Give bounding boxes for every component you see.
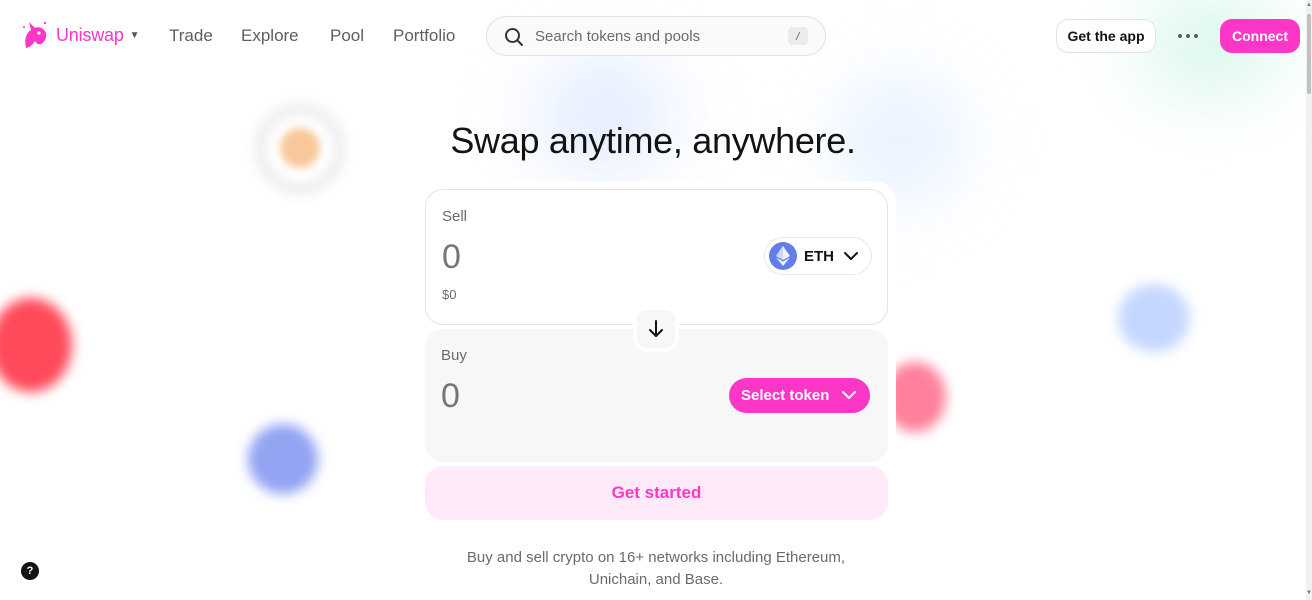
- scroll-up-arrow-icon[interactable]: ▲: [1306, 2, 1312, 8]
- get-started-button[interactable]: Get started: [425, 466, 888, 520]
- caret-down-icon: ▼: [129, 29, 140, 41]
- get-the-app-button[interactable]: Get the app: [1056, 19, 1156, 53]
- nav-link-explore[interactable]: Explore: [241, 26, 299, 46]
- ellipsis-dot-icon: [1194, 34, 1198, 38]
- select-token-label: Select token: [741, 387, 830, 404]
- buy-label: Buy: [441, 347, 467, 364]
- scrollbar-thumb[interactable]: [1307, 14, 1311, 94]
- brand-name: Uniswap: [56, 24, 124, 45]
- more-options-button[interactable]: [1170, 24, 1206, 48]
- tagline-line-1: Buy and sell crypto on 16+ networks incl…: [466, 549, 846, 566]
- page-headline: Swap anytime, anywhere.: [450, 120, 856, 161]
- tagline: Buy and sell crypto on 16+ networks incl…: [0, 547, 1312, 591]
- connect-wallet-button[interactable]: Connect: [1220, 19, 1300, 53]
- search-bar[interactable]: [486, 16, 826, 56]
- background-token-red: [0, 298, 72, 392]
- ethereum-icon: [769, 242, 797, 270]
- buy-amount-input[interactable]: [441, 377, 641, 416]
- sell-label: Sell: [442, 208, 468, 225]
- sell-token-symbol: ETH: [804, 248, 834, 265]
- ellipsis-dot-icon: [1186, 34, 1190, 38]
- tagline-line-2: Unichain, and Base.: [588, 571, 724, 588]
- sell-amount-input[interactable]: [442, 238, 642, 277]
- sell-panel: Sell $0 ETH: [425, 189, 888, 325]
- scroll-down-arrow-icon[interactable]: ▼: [1306, 590, 1312, 596]
- background-token-iridescent: [1118, 284, 1190, 352]
- unicorn-logo-icon: [23, 21, 47, 48]
- sell-token-selector[interactable]: ETH: [764, 237, 872, 275]
- logo-menu-button[interactable]: Uniswap ▼: [20, 18, 140, 52]
- search-icon: [505, 28, 523, 46]
- sell-usd-value: $0: [442, 287, 457, 302]
- chevron-down-icon: [842, 391, 856, 399]
- ellipsis-dot-icon: [1178, 34, 1182, 38]
- nav-link-pool[interactable]: Pool: [330, 26, 364, 46]
- help-button[interactable]: ?: [21, 562, 39, 580]
- nav-link-trade[interactable]: Trade: [169, 26, 213, 46]
- search-input[interactable]: [535, 25, 765, 47]
- background-token-blue: [248, 424, 318, 494]
- chevron-down-icon: [844, 252, 858, 260]
- top-navbar: Uniswap ▼ Trade Explore Pool Portfolio /…: [0, 0, 1306, 72]
- nav-link-portfolio[interactable]: Portfolio: [393, 26, 455, 46]
- swap-direction-button[interactable]: [633, 306, 679, 352]
- select-token-button[interactable]: Select token: [729, 378, 870, 413]
- arrow-down-icon: [649, 320, 663, 337]
- search-shortcut-key: /: [788, 27, 808, 45]
